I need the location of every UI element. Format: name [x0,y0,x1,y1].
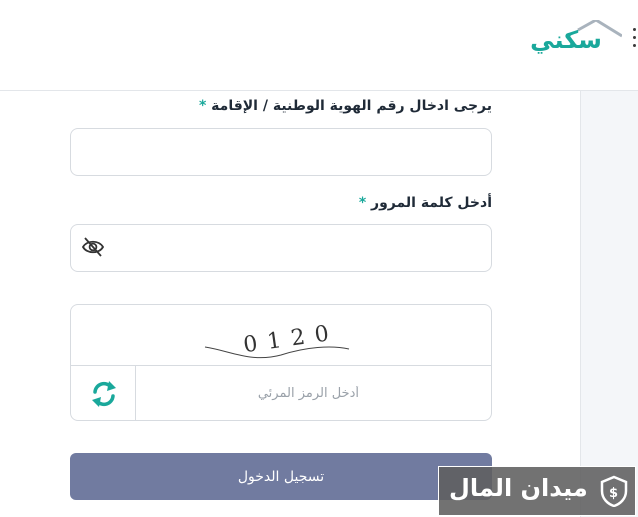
captcha-refresh-button[interactable] [71,366,136,420]
side-panel [580,91,638,517]
password-required-mark: * [358,195,367,211]
password-label: أدخل كلمة المرور * [359,195,492,211]
logo-text: سكني [530,26,602,54]
watermark-text: ميدان المال [449,474,588,502]
id-required-mark: * [198,98,207,114]
watermark: ميدان المال $ [438,466,636,516]
shield-dollar-icon: $ [600,475,628,507]
refresh-icon [92,381,116,407]
captcha-box: 0120 [70,304,492,421]
password-field[interactable] [70,224,492,272]
menu-dots-icon[interactable] [632,28,638,48]
login-button[interactable]: تسجيل الدخول [70,453,492,500]
eye-slash-icon[interactable] [81,236,105,258]
sakani-logo[interactable]: سكني [526,20,622,60]
password-label-text: أدخل كلمة المرور [371,195,492,211]
header: سكني [0,0,638,91]
captcha-input[interactable] [136,366,491,420]
id-label-text: يرجى ادخال رقم الهوية الوطنية / الإقامة [211,98,492,114]
id-label: يرجى ادخال رقم الهوية الوطنية / الإقامة … [199,98,492,114]
id-number-field[interactable] [70,128,492,176]
svg-text:$: $ [609,486,618,501]
captcha-image: 0120 [204,320,350,359]
